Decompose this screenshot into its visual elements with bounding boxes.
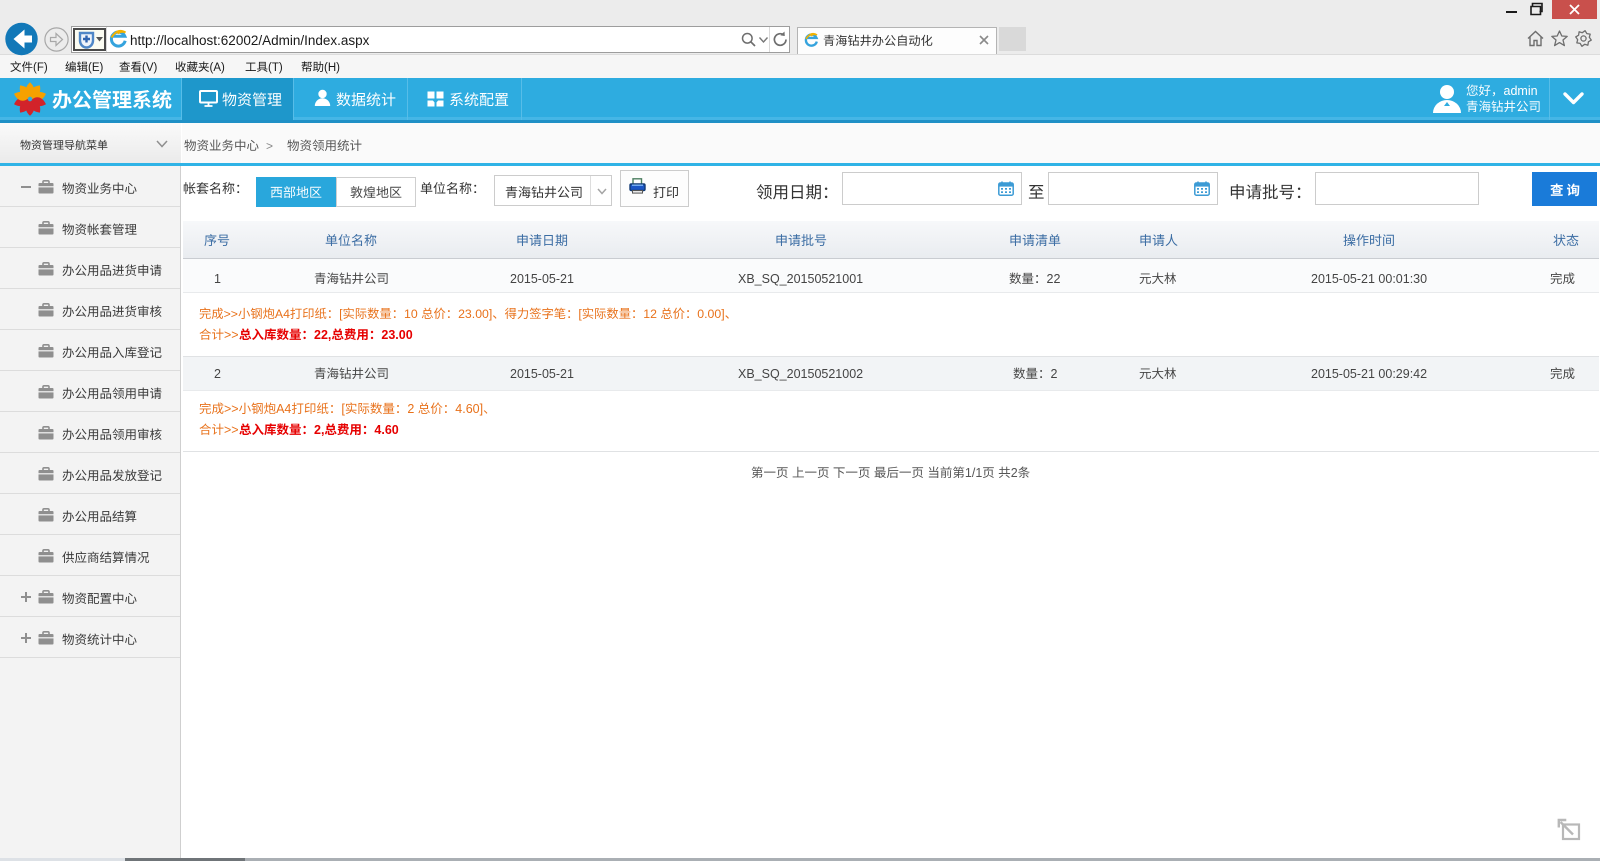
svg-text:(H): (H) (324, 62, 340, 74)
svg-text:>>: >> (224, 423, 239, 437)
svg-text:>>: >> (224, 328, 239, 342)
svg-text:http://localhost:62002/Admin/I: http://localhost:62002/Admin/Index.aspx (130, 33, 370, 48)
svg-text:2015-05-21 00:01:30: 2015-05-21 00:01:30 (1311, 272, 1427, 286)
svg-text:1: 1 (214, 272, 221, 286)
svg-text:12: 12 (643, 307, 660, 321)
svg-text:A4: A4 (275, 307, 290, 321)
svg-text:2015-05-21: 2015-05-21 (510, 272, 574, 286)
svg-text:(A): (A) (210, 62, 226, 74)
svg-text:2015-05-21 00:29:42: 2015-05-21 00:29:42 (1311, 367, 1427, 381)
svg-text:1/1: 1/1 (965, 466, 982, 480)
svg-text:XB_SQ_20150521001: XB_SQ_20150521001 (738, 272, 863, 286)
svg-text:[: [ (339, 307, 343, 321)
svg-text:4.60]: 4.60] (455, 402, 483, 416)
svg-text:(E): (E) (88, 62, 104, 74)
svg-text:22,: 22, (314, 328, 331, 342)
svg-text:(F): (F) (33, 62, 48, 74)
svg-text:2,: 2, (314, 423, 324, 437)
svg-text:2: 2 (1050, 367, 1057, 381)
svg-text:4.60: 4.60 (374, 423, 398, 437)
svg-text:(V): (V) (142, 62, 158, 74)
svg-text:0.00]: 0.00] (697, 307, 724, 321)
svg-text:23.00: 23.00 (381, 328, 412, 342)
svg-text:2015-05-21: 2015-05-21 (510, 367, 574, 381)
svg-text:22: 22 (1047, 272, 1061, 286)
svg-text:2: 2 (214, 367, 221, 381)
svg-text:admin: admin (1504, 84, 1538, 98)
svg-text:2: 2 (407, 402, 417, 416)
svg-text:>: > (266, 139, 273, 153)
svg-text:23.00]: 23.00] (458, 307, 492, 321)
svg-text:(T): (T) (268, 62, 283, 74)
svg-text:XB_SQ_20150521002: XB_SQ_20150521002 (738, 367, 863, 381)
svg-text:>>: >> (224, 402, 239, 416)
svg-text:A4: A4 (276, 402, 291, 416)
svg-text:[: [ (578, 307, 582, 321)
svg-text:[: [ (341, 402, 345, 416)
svg-text:>>: >> (224, 307, 238, 321)
svg-text:2: 2 (1011, 466, 1018, 480)
svg-text:10: 10 (404, 307, 421, 321)
